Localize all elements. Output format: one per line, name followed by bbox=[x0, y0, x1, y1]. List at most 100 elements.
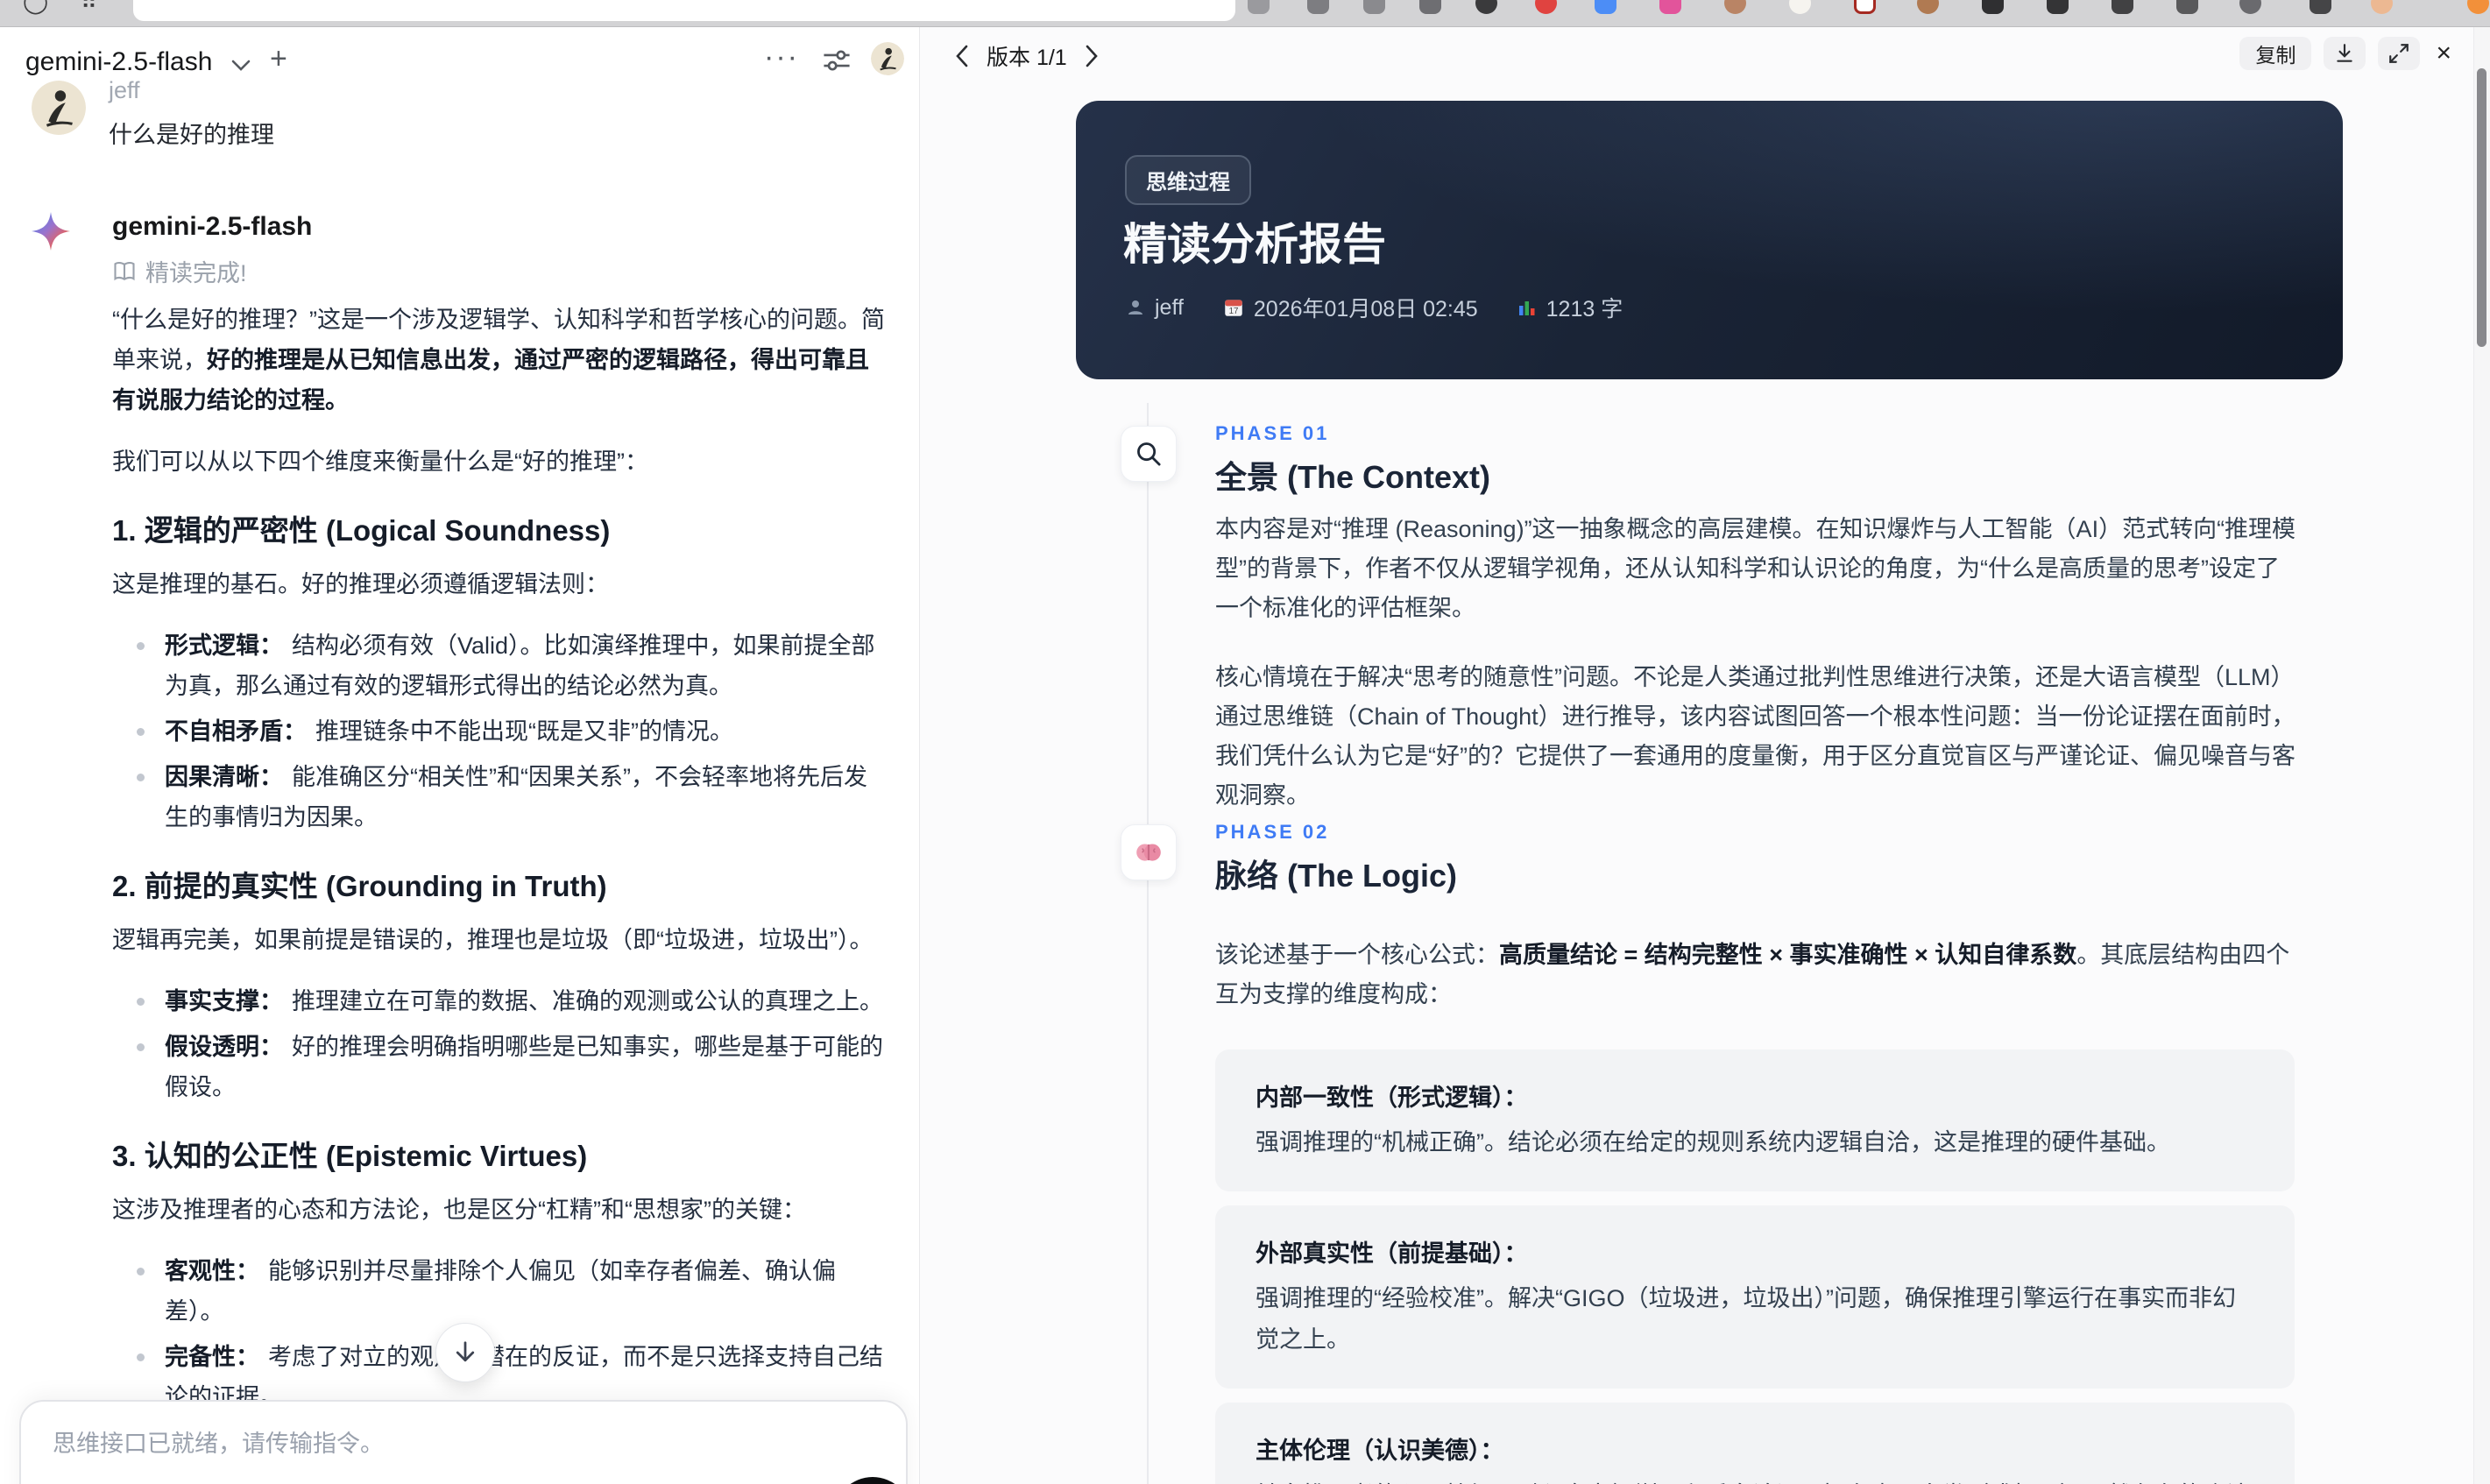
version-label: 版本 1/1 bbox=[987, 46, 1067, 70]
magnifier-icon bbox=[1137, 442, 1161, 466]
list-item: 客观性： 能够识别并尽量排除个人偏见（如幸存者偏差、确认偏差）。 bbox=[133, 1251, 887, 1332]
calendar-icon: 17 bbox=[1225, 300, 1242, 316]
dimension-card: 外部真实性（前提基础）： 强调推理的“经验校准”。解决“GIGO（垃圾进，垃圾出… bbox=[1215, 1205, 2295, 1389]
phase-2-title: 脉络 (The Logic) bbox=[1215, 858, 1457, 894]
bullet-list: 事实支撑： 推理建立在可靠的数据、准确的观测或公认的真理之上。 假设透明： 好的推理… bbox=[112, 981, 887, 1107]
assistant-name: gemini-2.5-flash bbox=[112, 212, 313, 241]
message-author: jeff bbox=[109, 77, 140, 103]
prev-version-chevron-icon[interactable] bbox=[955, 45, 969, 67]
section-desc: 逻辑再完美，如果前提是错误的，推理也是垃圾（即“垃圾进，垃圾出”）。 bbox=[112, 927, 874, 953]
browser-extension-icon[interactable] bbox=[1659, 0, 1681, 14]
browser-extension-icon[interactable] bbox=[2047, 0, 2069, 14]
expand-icon bbox=[2389, 44, 2409, 63]
list-item: 不自相矛盾： 推理链条中不能出现“既是又非”的情况。 bbox=[133, 711, 887, 752]
more-options-button[interactable]: ··· bbox=[764, 40, 799, 74]
report-date: 17 2026年01月08日 02:45 bbox=[1222, 292, 1478, 323]
browser-extension-icon[interactable] bbox=[1854, 0, 1876, 14]
browser-extension-icon[interactable] bbox=[2112, 0, 2133, 14]
chevron-down-icon[interactable] bbox=[230, 58, 252, 74]
phase-1-title: 全景 (The Context) bbox=[1215, 459, 1490, 495]
browser-extension-icon[interactable] bbox=[1419, 0, 1441, 14]
new-chat-button[interactable]: + bbox=[270, 42, 287, 76]
browser-reload-icon[interactable]: ◯ bbox=[23, 0, 48, 15]
paragraph: “什么是好的推理？”这是一个涉及逻辑学、认知科学和哲学核心的问题。简单来说，好的… bbox=[112, 307, 885, 413]
browser-extension-icon[interactable] bbox=[1248, 0, 1270, 14]
assistant-message-body: “什么是好的推理？”这是一个涉及逻辑学、认知科学和哲学核心的问题。简单来说，好的… bbox=[112, 300, 887, 1484]
section-desc: 这涉及推理者的心态和方法论，也是区分“杠精”和“思想家”的关键： bbox=[112, 1197, 806, 1223]
list-item: 因果清晰： 能准确区分“相关性”和“因果关系”，不会轻率地将先后发生的事情归为因果… bbox=[133, 757, 887, 837]
dimension-card: 主体伦理（认识美德）： 转向推理者的心理特征。引入奥卡姆剃刀和反向论证，旨在克服… bbox=[1215, 1403, 2295, 1484]
fullscreen-button[interactable] bbox=[2378, 37, 2421, 70]
message-text: 什么是好的推理 bbox=[109, 122, 274, 148]
scrollbar-thumb[interactable] bbox=[2477, 68, 2486, 347]
phase-1-icon-box bbox=[1121, 426, 1177, 482]
section-heading: 3. 认知的公正性 (Epistemic Virtues) bbox=[112, 1140, 588, 1172]
chat-input-placeholder: 思维接口已就绪，请传输指令。 bbox=[53, 1431, 384, 1457]
brain-icon bbox=[1136, 844, 1161, 861]
chat-panel: gemini-2.5-flash + ··· jeff 什么是好的推理 gemi… bbox=[0, 26, 920, 1484]
app-window: ◯ ⠿ gemini-2.5-flash + ··· jeff 什么是好的推理 … bbox=[0, 0, 2490, 1484]
phase-1-body: 本内容是对“推理 (Reasoning)”这一抽象概念的高层建模。在知识爆炸与人… bbox=[1215, 510, 2298, 845]
list-item: 事实支撑： 推理建立在可靠的数据、准确的观测或公认的真理之上。 bbox=[133, 981, 887, 1021]
section-heading: 1. 逻辑的严密性 (Logical Soundness) bbox=[112, 514, 611, 547]
person-icon bbox=[1128, 300, 1142, 314]
report-word-count: 1213 字 bbox=[1517, 292, 1623, 323]
model-selector[interactable]: gemini-2.5-flash bbox=[25, 47, 212, 77]
report-author: jeff bbox=[1125, 295, 1184, 321]
browser-extension-icon[interactable] bbox=[1595, 0, 1616, 14]
browser-extension-icon[interactable] bbox=[1307, 0, 1329, 14]
assistant-status: 精读完成! bbox=[112, 254, 247, 288]
download-icon bbox=[2337, 44, 2353, 62]
paragraph: 本内容是对“推理 (Reasoning)”这一抽象概念的高层建模。在知识爆炸与人… bbox=[1215, 516, 2296, 621]
phase-timeline bbox=[1147, 403, 1149, 1484]
report-panel: 版本 1/1 复制 × 思维过程 精读分析报告 jeff 17 2026年01月… bbox=[920, 26, 2490, 1484]
section-heading: 2. 前提的真实性 (Grounding in Truth) bbox=[112, 870, 607, 902]
phase-2-icon-box bbox=[1121, 824, 1177, 880]
download-button[interactable] bbox=[2324, 37, 2366, 70]
open-book-icon bbox=[114, 261, 135, 280]
browser-apps-grid-icon[interactable]: ⠿ bbox=[81, 0, 97, 15]
browser-extension-icon[interactable] bbox=[1982, 0, 2004, 14]
browser-extension-icon[interactable] bbox=[1475, 0, 1497, 14]
report-title: 精读分析报告 bbox=[1123, 220, 1386, 269]
browser-extension-icon[interactable] bbox=[1724, 0, 1746, 14]
settings-sliders-icon[interactable] bbox=[822, 46, 852, 75]
svg-text:17: 17 bbox=[1228, 307, 1238, 316]
phase-1-label: PHASE 01 bbox=[1215, 422, 1330, 444]
next-version-chevron-icon[interactable] bbox=[1085, 45, 1099, 67]
copy-button[interactable]: 复制 bbox=[2239, 37, 2312, 70]
version-navigator: 版本 1/1 bbox=[955, 40, 1099, 72]
browser-extension-icon[interactable] bbox=[1917, 0, 1939, 14]
gemini-star-icon bbox=[30, 210, 72, 252]
phase-2-label: PHASE 02 bbox=[1215, 821, 1330, 843]
browser-extension-icon[interactable] bbox=[2310, 0, 2331, 14]
browser-extension-icon[interactable] bbox=[2239, 0, 2261, 14]
browser-extension-icon[interactable] bbox=[2176, 0, 2198, 14]
user-avatar bbox=[32, 81, 86, 135]
voice-input-button[interactable] bbox=[834, 1477, 911, 1484]
report-badge: 思维过程 bbox=[1125, 155, 1251, 205]
phase-2-lead: 该论述基于一个核心公式：高质量结论 = 结构完整性 × 事实准确性 × 认知自律… bbox=[1215, 942, 2290, 1007]
browser-extension-icon[interactable] bbox=[1535, 0, 1557, 14]
chat-input-box[interactable]: 思维接口已就绪，请传输指令。 + bbox=[19, 1400, 911, 1484]
scrollbar-track[interactable] bbox=[2473, 26, 2490, 1484]
browser-extension-icon[interactable] bbox=[1363, 0, 1385, 14]
scroll-to-bottom-button[interactable] bbox=[435, 1323, 495, 1382]
user-avatar[interactable] bbox=[871, 42, 904, 75]
browser-extension-icon[interactable] bbox=[1789, 0, 1811, 14]
close-button[interactable]: × bbox=[2432, 39, 2455, 68]
list-item: 形式逻辑： 结构必须有效（Valid）。比如演绎推理中，如果前提全部为真，那么通过… bbox=[133, 625, 887, 706]
browser-address-bar[interactable] bbox=[133, 0, 1235, 21]
browser-extension-icon[interactable] bbox=[2467, 0, 2489, 14]
section-desc: 这是推理的基石。好的推理必须遵循逻辑法则： bbox=[112, 571, 609, 597]
report-meta: jeff 17 2026年01月08日 02:45 1213 字 bbox=[1125, 292, 1623, 323]
dimension-cards: 内部一致性（形式逻辑）： 强调推理的“机械正确”。结论必须在给定的规则系统内逻辑… bbox=[1215, 1049, 2295, 1484]
dimension-card: 内部一致性（形式逻辑）： 强调推理的“机械正确”。结论必须在给定的规则系统内逻辑… bbox=[1215, 1049, 2295, 1191]
report-actions: 复制 × bbox=[2239, 37, 2455, 70]
list-item: 假设透明： 好的推理会明确指明哪些是已知事实，哪些是基于可能的假设。 bbox=[133, 1027, 887, 1107]
bullet-list: 形式逻辑： 结构必须有效（Valid）。比如演绎推理中，如果前提全部为真，那么通过… bbox=[112, 625, 887, 837]
report-header-card: 思维过程 精读分析报告 jeff 17 2026年01月08日 02:45 12… bbox=[1076, 101, 2343, 379]
paragraph: 核心情境在于解决“思考的随意性”问题。不论是人类通过批判性思维进行决策，还是大语… bbox=[1215, 664, 2295, 809]
browser-profile-avatar[interactable] bbox=[2371, 0, 2393, 14]
arrow-down-icon bbox=[456, 1341, 475, 1362]
